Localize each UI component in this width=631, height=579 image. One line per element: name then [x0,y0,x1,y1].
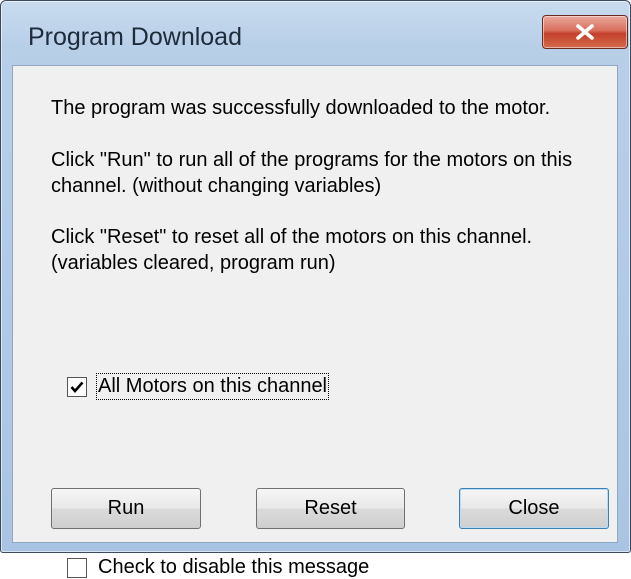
disable-message-checkbox[interactable]: Check to disable this message [67,556,369,579]
run-button[interactable]: Run [51,488,201,529]
close-button[interactable]: Close [459,488,609,529]
reset-explanation-line-1: Click "Reset" to reset all of the motors… [51,226,533,248]
run-explanation-line-2: channel. (without changing variables) [51,175,382,197]
reset-button[interactable]: Reset [256,488,405,529]
reset-explanation-line-2: (variables cleared, program run) [51,252,336,274]
window-close-button[interactable] [542,15,628,49]
disable-message-checkbox-label[interactable]: Check to disable this message [98,556,369,579]
all-motors-checkbox-label[interactable]: All Motors on this channel [95,373,330,400]
all-motors-checkbox[interactable]: All Motors on this channel [67,373,330,400]
close-icon [576,24,594,40]
checkmark-icon [70,381,84,393]
all-motors-checkbox-box[interactable] [67,376,87,397]
run-explanation-line-1: Click "Run" to run all of the programs f… [51,149,573,171]
window-title: Program Download [28,23,242,51]
title-bar[interactable]: Program Download [1,1,630,65]
success-message: The program was successfully downloaded … [51,97,551,119]
dialog-body: The program was successfully downloaded … [12,65,618,578]
program-download-dialog: Program Download The program was success… [0,0,631,578]
disable-message-checkbox-box[interactable] [67,557,87,578]
